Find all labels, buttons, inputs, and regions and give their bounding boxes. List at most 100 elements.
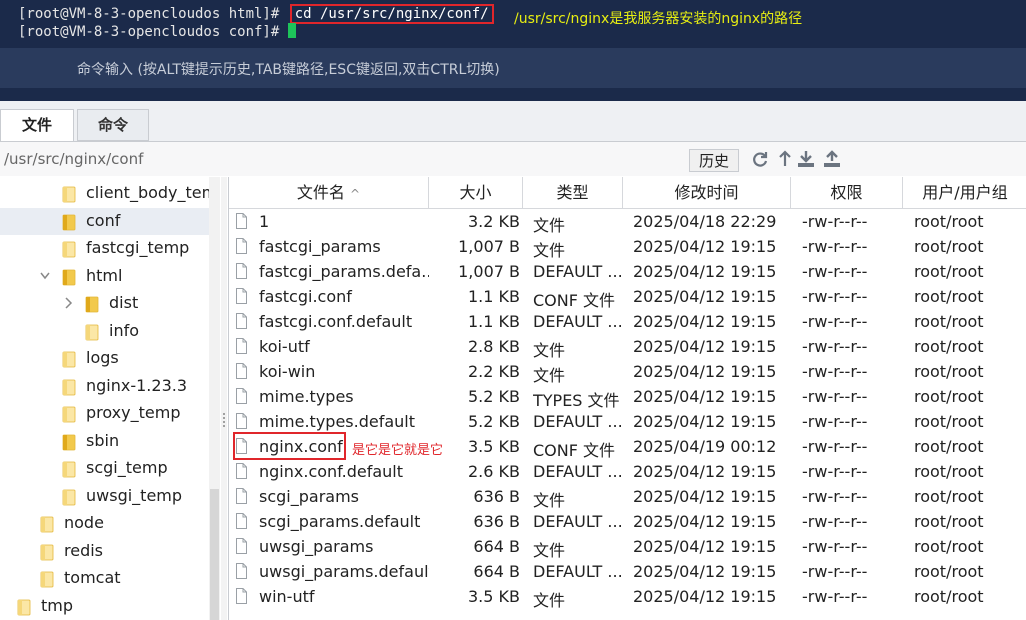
file-size: 636 B (473, 487, 520, 506)
file-perm: -rw-r--r-- (802, 487, 868, 506)
tree-item[interactable]: html (0, 263, 209, 290)
file-size: 2.8 KB (468, 337, 520, 356)
file-row[interactable]: 1 3.2 KB 文件 2025/04/18 22:29 -rw-r--r-- root/… (229, 210, 1026, 235)
file-type: DEFAULT ... (533, 562, 623, 581)
file-row[interactable]: mime.types 5.2 KB TYPES 文件 2025/04/12 19:15… (229, 385, 1026, 410)
file-modified: 2025/04/18 22:29 (633, 212, 777, 231)
file-size: 1.1 KB (468, 287, 520, 306)
file-type: 文件 (533, 366, 566, 385)
file-row[interactable]: koi-utf 2.8 KB 文件 2025/04/12 19:15 -rw-r--r-… (229, 335, 1026, 360)
upload-icon[interactable] (823, 150, 841, 168)
refresh-icon[interactable] (751, 150, 769, 168)
column-type[interactable]: 类型 (523, 177, 623, 208)
pane-splitter[interactable] (221, 177, 227, 620)
file-perm: -rw-r--r-- (802, 462, 868, 481)
terminal-cursor (287, 23, 296, 38)
file-owner: root/root (914, 487, 984, 506)
file-size: 636 B (473, 512, 520, 531)
path-bar: /usr/src/nginx/conf 历史 (0, 142, 1026, 176)
file-perm: -rw-r--r-- (802, 587, 868, 606)
tree-item-label: fastcgi_temp (86, 238, 190, 257)
tab-commands[interactable]: 命令 (77, 109, 149, 141)
file-row[interactable]: uwsgi_params 664 B 文件 2025/04/12 19:15 -rw-r… (229, 535, 1026, 560)
tree-item-label: uwsgi_temp (86, 485, 183, 505)
file-row[interactable]: nginx.conf 3.5 KB CONF 文件 2025/04/19 00:12-… (229, 432, 1026, 460)
file-row[interactable]: win-utf 3.5 KB 文件 2025/04/12 19:15 -rw-r--r-… (229, 585, 1026, 610)
file-list[interactable]: 文件名 ^ 大小 类型 修改时间 权限 用户/用户组 1 3.2 KB 文件 2025… (228, 177, 1026, 620)
command-input[interactable]: 命令输入 (按ALT键提示历史,TAB键路径,ESC键返回,双击CTRL切换) (0, 48, 1026, 88)
directory-tree[interactable]: client_body_temconf fastcgi_temphtml dist i… (0, 177, 209, 620)
folder-icon (62, 186, 76, 203)
file-modified: 2025/04/12 19:15 (633, 587, 777, 606)
column-modified[interactable]: 修改时间 (623, 177, 791, 208)
file-icon (236, 263, 247, 279)
file-size: 2.2 KB (468, 362, 520, 381)
tree-item[interactable]: client_body_tem (0, 180, 209, 207)
folder-icon (17, 599, 31, 615)
column-size[interactable]: 大小 (429, 177, 523, 208)
path-input[interactable]: /usr/src/nginx/conf (4, 150, 143, 168)
file-row[interactable]: fastcgi.conf 1.1 KB CONF 文件 2025/04/12 19:1… (229, 285, 1026, 310)
tree-item[interactable]: tomcat (0, 565, 209, 592)
file-row[interactable]: koi-win 2.2 KB 文件 2025/04/12 19:15 -rw-r--r-… (229, 360, 1026, 385)
tree-item-label: node (64, 513, 104, 532)
file-row[interactable]: nginx.conf.default 2.6 KB DEFAULT ... 2025/… (229, 460, 1026, 485)
file-type: DEFAULT ... (533, 512, 623, 531)
terminal-command-highlight: cd /usr/src/nginx/conf/ (289, 4, 494, 24)
tree-item[interactable]: sbin (0, 428, 209, 455)
tree-item[interactable]: conf (0, 207, 209, 235)
file-modified: 2025/04/12 19:15 (633, 562, 777, 581)
file-perm: -rw-r--r-- (802, 362, 868, 381)
column-owner[interactable]: 用户/用户组 (903, 177, 1026, 208)
file-icon (236, 313, 247, 329)
file-perm: -rw-r--r-- (802, 287, 868, 306)
folder-icon (62, 351, 76, 368)
terminal-panel[interactable]: [root@VM-8-3-opencloudos html]# cd /usr/… (0, 0, 1026, 101)
tree-item-label: sbin (86, 430, 120, 450)
tree-item[interactable]: node (0, 510, 209, 537)
column-name[interactable]: 文件名 ^ (229, 177, 429, 208)
file-icon (236, 288, 247, 304)
chevron-down-icon[interactable] (40, 269, 50, 283)
tree-item[interactable]: info (0, 318, 209, 345)
tree-scrollbar-thumb[interactable] (210, 489, 219, 620)
file-row[interactable]: uwsgi_params.default 664 B DEFAULT ... 2025… (229, 560, 1026, 585)
file-name: mime.types (259, 387, 354, 406)
tree-item[interactable]: redis (0, 538, 209, 565)
file-type: DEFAULT ... (533, 412, 623, 431)
command-input-placeholder: 命令输入 (按ALT键提示历史,TAB键路径,ESC键返回,双击CTRL切换) (77, 62, 500, 78)
tree-item[interactable]: dist (0, 290, 209, 317)
file-row[interactable]: fastcgi_params 1,007 B 文件 2025/04/12 19:15 -… (229, 235, 1026, 260)
tree-item[interactable]: tmp (0, 593, 209, 620)
file-owner: root/root (914, 237, 984, 256)
file-perm: -rw-r--r-- (802, 312, 868, 331)
up-icon[interactable] (776, 150, 794, 168)
download-icon[interactable] (797, 150, 815, 168)
file-row[interactable]: scgi_params 636 B 文件 2025/04/12 19:15 -rw-r-… (229, 485, 1026, 510)
tree-item[interactable]: fastcgi_temp (0, 235, 209, 262)
file-row[interactable]: mime.types.default 5.2 KB DEFAULT ... 2025/… (229, 410, 1026, 435)
file-row[interactable]: scgi_params.default 636 B DEFAULT ... 2025/… (229, 510, 1026, 535)
column-permission[interactable]: 权限 (791, 177, 903, 208)
folder-icon (40, 516, 54, 533)
file-row[interactable]: fastcgi_params.defa... 1,007 B DEFAULT ...… (229, 260, 1026, 285)
file-name: mime.types.default (259, 412, 416, 431)
tree-item[interactable]: logs (0, 345, 209, 372)
file-row[interactable]: fastcgi.conf.default 1.1 KB DEFAULT ... 202… (229, 310, 1026, 335)
file-name: fastcgi.conf.default (259, 312, 413, 331)
tree-item[interactable]: scgi_temp (0, 455, 209, 482)
file-icon (236, 388, 247, 404)
tab-files[interactable]: 文件 (0, 109, 74, 141)
tree-item-label: conf (86, 210, 121, 230)
file-modified: 2025/04/12 19:15 (633, 262, 777, 281)
chevron-right-icon[interactable] (63, 296, 73, 310)
tree-item[interactable]: nginx-1.23.3 (0, 373, 209, 400)
tree-scrollbar[interactable] (209, 177, 220, 620)
file-list-header: 文件名 ^ 大小 类型 修改时间 权限 用户/用户组 (229, 177, 1026, 209)
history-button[interactable]: 历史 (689, 149, 739, 172)
tree-item[interactable]: uwsgi_temp (0, 483, 209, 510)
folder-icon (85, 296, 99, 313)
splitter-grip-icon[interactable] (222, 412, 226, 428)
file-size: 2.6 KB (468, 462, 520, 481)
tree-item[interactable]: proxy_temp (0, 400, 209, 427)
